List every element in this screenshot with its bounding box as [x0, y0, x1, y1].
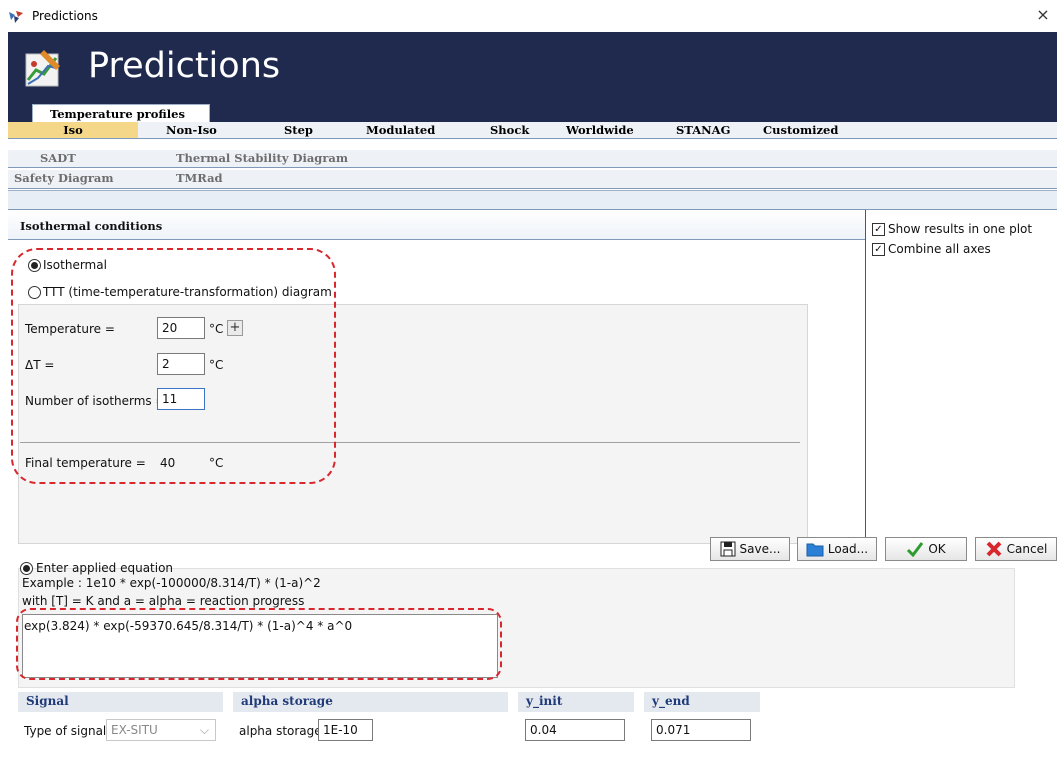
alpha-storage-label: alpha storage	[239, 724, 322, 738]
equation-example: Example : 1e10 * exp(-100000/8.314/T) * …	[22, 576, 321, 590]
menu-item-stanag[interactable]: STANAG	[676, 123, 730, 137]
ok-label: OK	[928, 542, 946, 556]
y-end-header: y_end	[644, 692, 760, 712]
chevron-down-icon: ⌵	[199, 723, 209, 737]
section-title: Isothermal conditions	[8, 210, 865, 240]
combine-axes-checkbox[interactable]: ✓	[872, 243, 885, 256]
signal-header: Signal	[18, 692, 223, 712]
checkmark-icon	[907, 542, 924, 557]
load-label: Load...	[827, 542, 869, 556]
predictions-chart-icon	[25, 50, 60, 87]
menu-item-shock[interactable]: Shock	[490, 123, 529, 137]
sadt-menu-row: SADT Thermal Stability Diagram	[8, 150, 1057, 168]
header-banner: Predictions	[8, 32, 1057, 102]
y-init-header: y_init	[518, 692, 634, 712]
y-init-input[interactable]: 0.04	[525, 719, 625, 741]
folder-icon	[806, 543, 824, 557]
window-titlebar: Predictions ×	[0, 0, 1057, 32]
menu-item-safety-diagram[interactable]: Safety Diagram	[14, 171, 114, 185]
window-title: Predictions	[32, 9, 98, 23]
save-icon	[720, 541, 736, 557]
show-results-label: Show results in one plot	[888, 222, 1033, 236]
tab-temperature-profiles[interactable]: Temperature profiles	[32, 104, 210, 122]
signal-type-value: EX-SITU	[111, 723, 158, 737]
cancel-x-icon	[986, 541, 1002, 557]
y-end-input[interactable]: 0.071	[651, 719, 751, 741]
menu-item-sadt[interactable]: SADT	[40, 151, 76, 165]
enter-equation-label: Enter applied equation	[36, 561, 174, 575]
menu-item-thermal-stability-diagram[interactable]: Thermal Stability Diagram	[176, 151, 348, 165]
alpha-storage-header: alpha storage	[233, 692, 508, 712]
menu-spacer-band	[8, 190, 1057, 210]
enter-equation-radio[interactable]	[20, 562, 33, 575]
close-icon[interactable]: ×	[1034, 5, 1052, 25]
menu-item-worldwide[interactable]: Worldwide	[566, 123, 634, 137]
highlight-iso-conditions	[11, 248, 336, 484]
signal-type-select[interactable]: EX-SITU ⌵	[106, 719, 216, 741]
menu-item-tmrad[interactable]: TMRad	[176, 171, 223, 185]
show-results-checkbox[interactable]: ✓	[872, 223, 885, 236]
signal-type-label: Type of signal	[24, 724, 107, 738]
alpha-storage-input[interactable]: 1E-10	[318, 719, 373, 741]
menu-item-customized[interactable]: Customized	[763, 123, 838, 137]
menu-item-iso[interactable]: Iso	[8, 122, 138, 138]
load-button[interactable]: Load...	[797, 537, 877, 561]
app-logo-icon	[9, 11, 23, 23]
profile-menu-row: Iso Non-Iso Step Modulated Shock Worldwi…	[8, 122, 1057, 139]
menu-item-non-iso[interactable]: Non-Iso	[166, 123, 217, 137]
cancel-button[interactable]: Cancel	[975, 537, 1057, 561]
menu-item-modulated[interactable]: Modulated	[366, 123, 435, 137]
combine-axes-label: Combine all axes	[888, 242, 991, 256]
vertical-divider	[865, 210, 866, 560]
cancel-label: Cancel	[1006, 542, 1048, 556]
highlight-equation	[16, 608, 502, 680]
safety-menu-row: Safety Diagram TMRad	[8, 170, 1057, 189]
menu-item-step[interactable]: Step	[284, 123, 313, 137]
save-label: Save...	[739, 542, 781, 556]
banner-title: Predictions	[88, 46, 281, 86]
ok-button[interactable]: OK	[885, 537, 967, 561]
equation-units-note: with [T] = K and a = alpha = reaction pr…	[22, 594, 305, 608]
save-button[interactable]: Save...	[710, 537, 790, 561]
